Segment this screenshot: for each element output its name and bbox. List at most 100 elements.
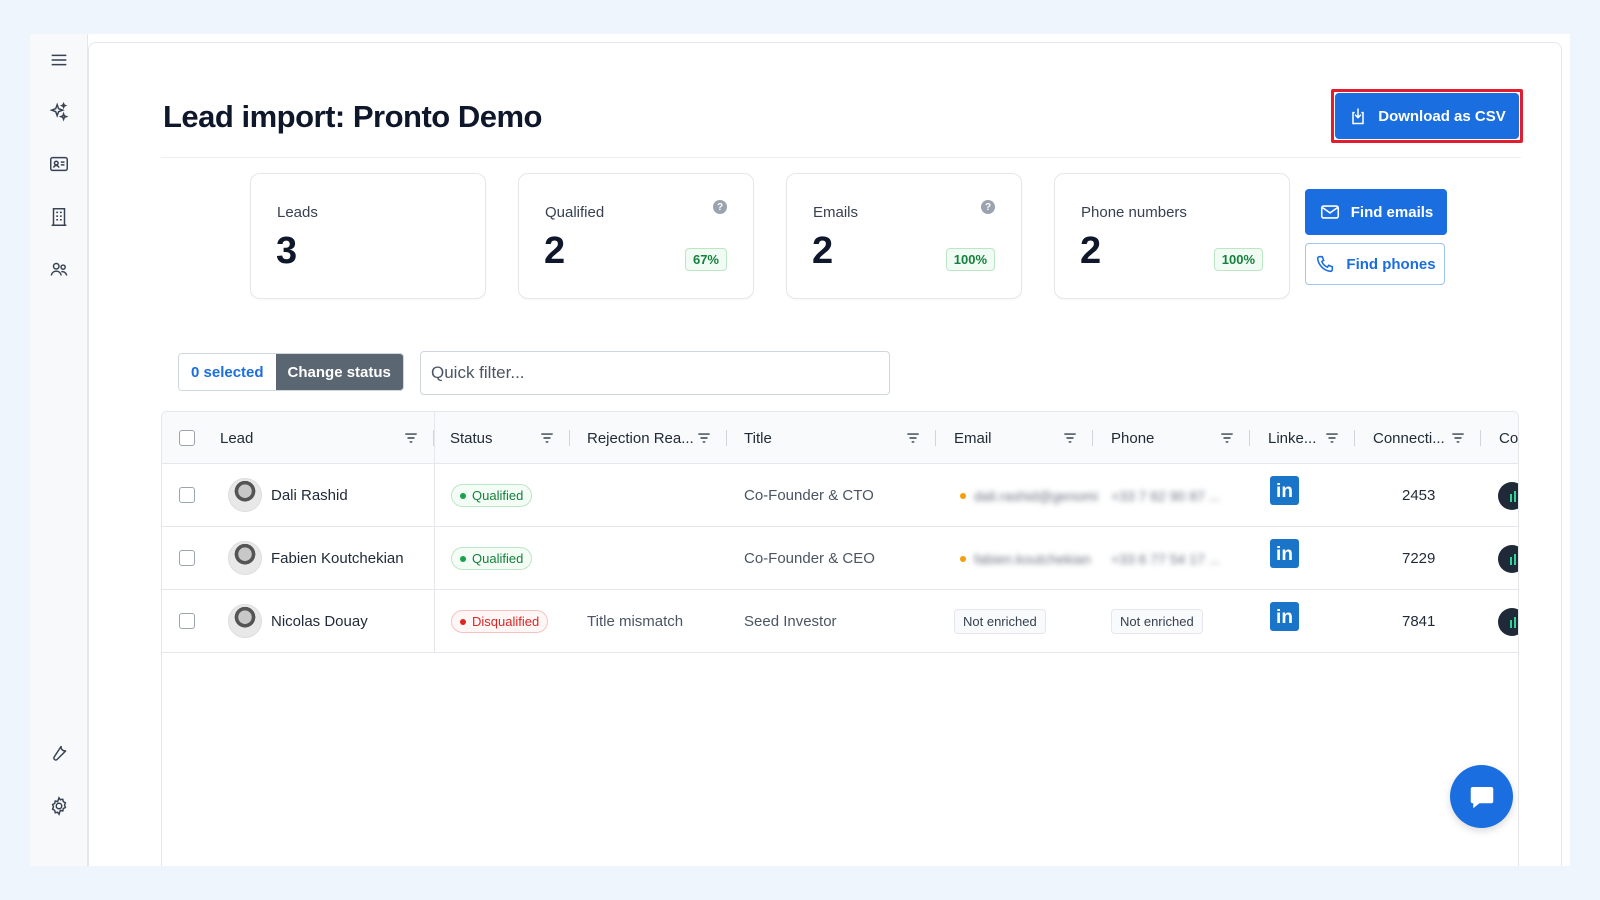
- stat-percentage: 100%: [1213, 248, 1263, 271]
- column-header-company[interactable]: Co: [1481, 412, 1518, 464]
- filter-icon[interactable]: [1220, 431, 1234, 445]
- company-logo-icon[interactable]: [1498, 608, 1518, 636]
- sidebar: [30, 34, 88, 866]
- sparkles-icon[interactable]: [45, 98, 73, 126]
- avatar: [228, 541, 262, 575]
- phone-icon: [1317, 255, 1334, 273]
- column-header-label: Lead: [220, 429, 254, 447]
- column-header-connections[interactable]: Connecti...: [1355, 412, 1481, 464]
- column-header-label: Status: [450, 429, 493, 447]
- stat-percentage: 67%: [684, 248, 727, 271]
- stat-percentage: 100%: [945, 248, 995, 271]
- connections-cell: 2453: [1402, 487, 1436, 504]
- chat-launcher-button[interactable]: [1450, 765, 1513, 828]
- stat-label: Qualified: [545, 204, 605, 221]
- status-label: Qualified: [472, 551, 524, 566]
- linkedin-icon[interactable]: in: [1270, 476, 1299, 505]
- column-header-email[interactable]: Email: [936, 412, 1093, 464]
- main-panel: Lead import: Pronto Demo Download as CSV…: [88, 42, 1562, 866]
- column-header-label: Phone: [1111, 429, 1155, 447]
- avatar: [228, 604, 262, 638]
- column-header-label: Email: [954, 429, 992, 447]
- avatar: [228, 478, 262, 512]
- column-header-title[interactable]: Title: [727, 412, 936, 464]
- filter-icon[interactable]: [404, 431, 418, 445]
- download-csv-label: Download as CSV: [1378, 107, 1506, 125]
- wrench-icon[interactable]: [45, 739, 73, 767]
- stat-value: 3: [276, 230, 298, 272]
- column-header-phone[interactable]: Phone: [1093, 412, 1250, 464]
- phone-cell: +33 6 77 54 17 ...: [1111, 527, 1220, 590]
- column-header-label: Connecti...: [1373, 429, 1445, 447]
- company-logo-icon[interactable]: [1498, 482, 1518, 510]
- selection-toolbar: 0 selected Change status: [178, 353, 404, 391]
- app-window: Lead import: Pronto Demo Download as CSV…: [30, 34, 1570, 866]
- status-cell: Qualified: [451, 464, 533, 527]
- stat-value: 2: [1080, 230, 1102, 272]
- title-cell: Co-Founder & CTO: [744, 487, 874, 504]
- users-icon[interactable]: [45, 255, 73, 283]
- find-phones-button[interactable]: Find phones: [1305, 243, 1445, 285]
- filter-icon[interactable]: [1063, 431, 1077, 445]
- row-checkbox[interactable]: [179, 613, 195, 629]
- status-badge: Qualified: [451, 547, 533, 570]
- stat-label: Leads: [277, 204, 318, 221]
- column-header-linkedin[interactable]: Linke...: [1250, 412, 1355, 464]
- stat-card-phones: Phone numbers 2 100%: [1054, 173, 1290, 299]
- email-status-dot: [960, 492, 966, 499]
- status-badge: Qualified: [451, 484, 533, 507]
- download-csv-button[interactable]: Download as CSV: [1335, 93, 1519, 139]
- column-header-rejection-reason[interactable]: Rejection Rea...: [570, 412, 727, 464]
- stat-label: Emails: [813, 204, 859, 221]
- lead-name[interactable]: Nicolas Douay: [271, 590, 368, 653]
- column-header-lead[interactable]: Lead: [202, 412, 434, 464]
- title-divider: [161, 157, 1521, 158]
- select-all-checkbox[interactable]: [179, 430, 195, 446]
- filter-icon[interactable]: [906, 431, 920, 445]
- status-dot: [460, 618, 466, 625]
- building-icon[interactable]: [45, 203, 73, 231]
- table-row[interactable]: Fabien Koutchekian Qualified Co-Founder …: [162, 527, 1518, 590]
- help-icon[interactable]: ?: [981, 200, 995, 214]
- column-header-label: Linke...: [1268, 429, 1317, 447]
- email-cell: fabien.koutchekian: [960, 527, 1091, 590]
- email-cell: Not enriched: [954, 590, 1046, 653]
- row-checkbox[interactable]: [179, 550, 195, 566]
- stat-label: Phone numbers: [1081, 204, 1187, 221]
- row-checkbox[interactable]: [179, 487, 195, 503]
- contact-card-icon[interactable]: [45, 150, 73, 178]
- filter-icon[interactable]: [540, 431, 554, 445]
- filter-icon[interactable]: [1451, 431, 1465, 445]
- change-status-button[interactable]: Change status: [275, 354, 403, 390]
- help-icon[interactable]: ?: [713, 200, 727, 214]
- linkedin-icon[interactable]: in: [1270, 539, 1299, 568]
- lead-name[interactable]: Dali Rashid: [271, 464, 348, 527]
- company-logo-icon[interactable]: [1498, 545, 1518, 573]
- connections-cell: 7841: [1402, 613, 1436, 630]
- stat-card-emails: Emails ? 2 100%: [786, 173, 1022, 299]
- table-row[interactable]: Nicolas Douay Disqualified Title mismatc…: [162, 590, 1518, 653]
- filter-icon[interactable]: [1325, 431, 1339, 445]
- menu-icon[interactable]: [45, 46, 73, 74]
- phone-cell: +33 7 62 90 87 ...: [1111, 464, 1220, 527]
- lead-name[interactable]: Fabien Koutchekian: [271, 527, 404, 590]
- stat-card-qualified: Qualified ? 2 67%: [518, 173, 754, 299]
- selected-count: 0 selected: [179, 354, 276, 390]
- column-header-label: Rejection Rea...: [587, 429, 694, 447]
- email-cell: dali.rashid@genomi: [960, 464, 1098, 527]
- phone-cell: Not enriched: [1111, 590, 1203, 653]
- email-value: fabien.koutchekian: [974, 550, 1091, 567]
- filter-icon[interactable]: [697, 431, 711, 445]
- stat-card-leads: Leads 3: [250, 173, 486, 299]
- find-phones-label: Find phones: [1346, 255, 1436, 273]
- stat-value: 2: [544, 230, 566, 272]
- status-cell: Disqualified: [451, 590, 549, 653]
- title-cell: Seed Investor: [744, 613, 837, 630]
- find-emails-button[interactable]: Find emails: [1305, 189, 1447, 235]
- gear-icon[interactable]: [45, 792, 73, 820]
- table-row[interactable]: Dali Rashid Qualified Co-Founder & CTO d…: [162, 464, 1518, 527]
- quick-filter-input[interactable]: [420, 351, 890, 395]
- linkedin-icon[interactable]: in: [1270, 602, 1299, 631]
- column-header-status[interactable]: Status: [434, 412, 570, 464]
- email-value: dali.rashid@genomi: [974, 487, 1098, 504]
